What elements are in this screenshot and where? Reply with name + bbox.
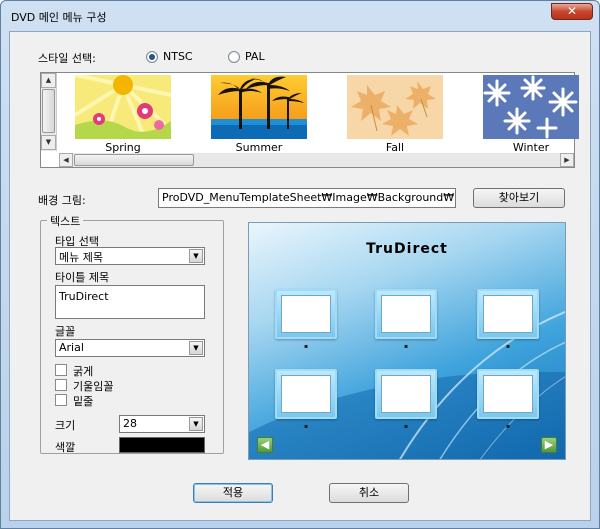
bold-label[interactable]: 굵게 xyxy=(73,363,93,379)
gallery-item-fall[interactable]: Fall xyxy=(347,75,443,154)
preview-chapter-mark: ▪ xyxy=(404,423,409,430)
preview-chapter-frame[interactable] xyxy=(477,289,539,339)
size-dropdown[interactable]: 28 ▼ xyxy=(119,415,205,433)
dialog-client-area: 스타일 선택: NTSC PAL ▲ ▼ Spring Summer Fall … xyxy=(9,31,591,521)
bold-checkbox[interactable] xyxy=(55,364,67,376)
font-label: 글꼴 xyxy=(55,325,76,338)
scroll-right-icon[interactable]: ▶ xyxy=(560,153,574,167)
chevron-down-icon[interactable]: ▼ xyxy=(189,417,203,431)
chevron-down-icon[interactable]: ▼ xyxy=(189,341,203,355)
chevron-down-icon[interactable]: ▼ xyxy=(189,249,203,263)
scroll-up-icon[interactable]: ▲ xyxy=(41,73,56,88)
text-group: 텍스트 타입 선택 메뉴 제목 ▼ 타이틀 제목 TruDirect 글꼴 Ar… xyxy=(40,213,224,454)
ntsc-radio-label[interactable]: NTSC xyxy=(163,50,193,63)
style-select-label: 스타일 선택: xyxy=(38,52,96,65)
background-path-input[interactable]: ProDVD_MenuTemplateSheet₩Image₩Backgroun… xyxy=(158,188,456,208)
gallery-item-spring[interactable]: Spring xyxy=(75,75,171,154)
menu-preview: TruDirect ▪ ▪ ▪ ▪ ▪ ▪ ◀ ▶ xyxy=(248,222,566,460)
italic-checkbox[interactable] xyxy=(55,379,67,391)
preview-chapter-mark: ▪ xyxy=(404,343,409,350)
window-title: DVD 메인 메뉴 구성 xyxy=(11,11,107,24)
cancel-button[interactable]: 취소 xyxy=(329,483,409,503)
preview-chapter-frame[interactable] xyxy=(375,369,437,419)
dialog-window: DVD 메인 메뉴 구성 ✕ 스타일 선택: NTSC PAL ▲ ▼ Spri… xyxy=(0,0,600,529)
pal-radio[interactable] xyxy=(228,51,240,63)
pal-radio-label[interactable]: PAL xyxy=(245,50,265,63)
preview-prev-arrow-icon[interactable]: ◀ xyxy=(257,437,273,453)
type-select-value: 메뉴 제목 xyxy=(59,251,103,264)
vertical-scroll-thumb[interactable] xyxy=(42,89,55,133)
scroll-down-icon[interactable]: ▼ xyxy=(41,135,56,150)
preview-chapter-mark: ▪ xyxy=(304,423,309,430)
preview-chapter-frame[interactable] xyxy=(275,289,337,339)
gallery-horizontal-scrollbar[interactable]: ◀ ▶ xyxy=(59,153,574,167)
preview-chapter-mark: ▪ xyxy=(506,343,511,350)
style-gallery: ▲ ▼ Spring Summer Fall Winter ◀ ▶ xyxy=(40,72,579,168)
size-label: 크기 xyxy=(55,419,76,432)
underline-label[interactable]: 밑줄 xyxy=(73,393,93,409)
preview-next-arrow-icon[interactable]: ▶ xyxy=(541,437,557,453)
gallery-vertical-scrollbar[interactable]: ▲ ▼ xyxy=(41,73,57,151)
preview-title: TruDirect xyxy=(366,241,448,257)
title-bar[interactable]: DVD 메인 메뉴 구성 ✕ xyxy=(1,1,599,31)
title-input[interactable]: TruDirect xyxy=(55,285,205,319)
apply-button[interactable]: 적용 xyxy=(193,483,273,503)
preview-chapter-frame[interactable] xyxy=(477,369,539,419)
horizontal-scroll-thumb[interactable] xyxy=(74,154,194,166)
underline-checkbox[interactable] xyxy=(55,394,67,406)
summer-thumbnail xyxy=(211,75,307,139)
close-button[interactable]: ✕ xyxy=(551,3,593,20)
browse-button[interactable]: 찾아보기 xyxy=(473,188,565,208)
color-label: 색깔 xyxy=(55,441,76,454)
color-swatch[interactable] xyxy=(119,437,205,453)
font-dropdown[interactable]: Arial ▼ xyxy=(55,339,205,357)
size-value: 28 xyxy=(123,417,137,430)
italic-label[interactable]: 기울임꼴 xyxy=(73,378,113,394)
type-select-dropdown[interactable]: 메뉴 제목 ▼ xyxy=(55,247,205,265)
spring-thumbnail xyxy=(75,75,171,139)
ntsc-radio[interactable] xyxy=(146,51,158,63)
font-value: Arial xyxy=(59,341,84,354)
title-label: 타이틀 제목 xyxy=(55,271,110,284)
preview-chapter-mark: ▪ xyxy=(506,423,511,430)
scroll-left-icon[interactable]: ◀ xyxy=(59,153,73,167)
preview-chapter-mark: ▪ xyxy=(304,343,309,350)
background-label: 배경 그림: xyxy=(38,194,86,207)
preview-chapter-frame[interactable] xyxy=(275,369,337,419)
text-group-legend: 텍스트 xyxy=(47,213,84,229)
fall-thumbnail xyxy=(347,75,443,139)
gallery-item-summer[interactable]: Summer xyxy=(211,75,307,154)
preview-chapter-frame[interactable] xyxy=(375,289,437,339)
gallery-item-winter[interactable]: Winter xyxy=(483,75,579,154)
winter-thumbnail xyxy=(483,75,579,139)
